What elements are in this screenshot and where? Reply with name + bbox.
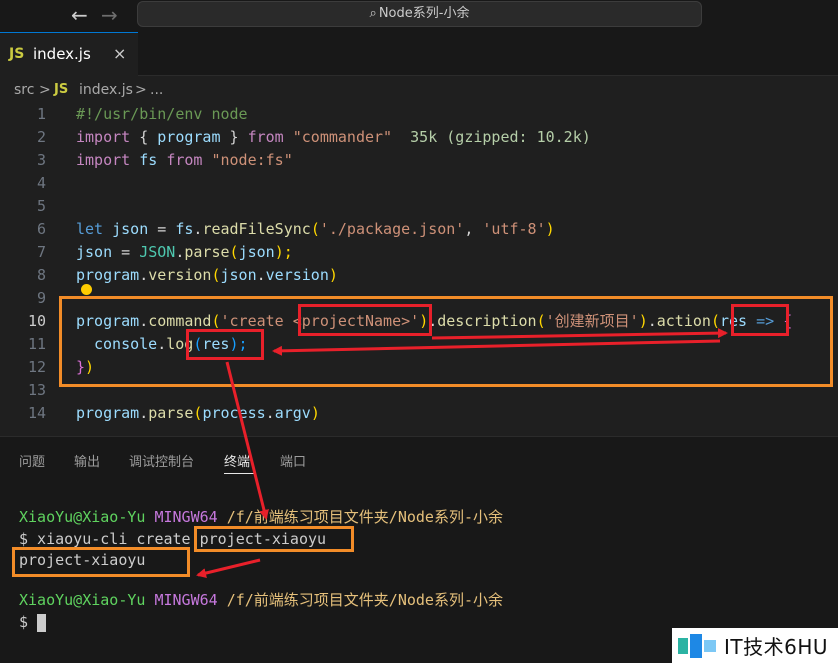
annotation-arrows: [196, 328, 728, 578]
arrow-res-to-log: [272, 339, 721, 356]
watermark-text: IT技术6HU: [724, 635, 829, 659]
arrow-projectname-to-res: [431, 328, 728, 340]
watermark-logo-icon: [678, 634, 716, 658]
arrow-log-to-cli: [225, 361, 269, 520]
watermark: IT技术6HU: [672, 628, 838, 663]
arrow-cli-to-output: [196, 558, 261, 578]
